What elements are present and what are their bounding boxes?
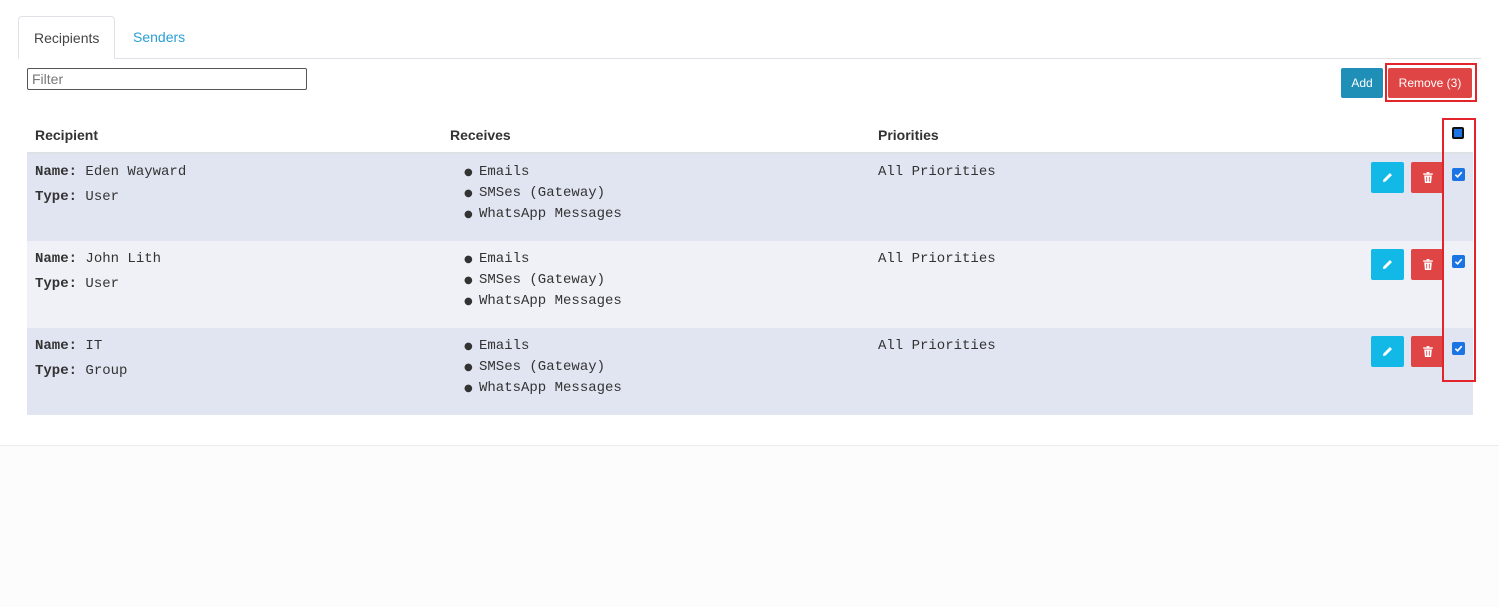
edit-button[interactable]	[1371, 336, 1404, 367]
receives-item: ● SMSes (Gateway)	[464, 359, 606, 375]
type-value: Group	[85, 363, 128, 379]
highlight-box-checkboxes	[1442, 118, 1476, 382]
recipient-name: Name: IT	[35, 338, 102, 354]
pencil-icon	[1383, 260, 1392, 269]
edit-button[interactable]	[1371, 162, 1404, 193]
trash-icon	[1422, 346, 1433, 357]
name-value: IT	[85, 338, 103, 354]
name-value: John Lith	[85, 251, 162, 267]
recipient-type: Type: Group	[35, 363, 127, 379]
receives-item: ● WhatsApp Messages	[464, 380, 622, 396]
recipient-type: Type: User	[35, 276, 119, 292]
recipient-type: Type: User	[35, 189, 119, 205]
type-value: User	[85, 189, 120, 205]
table-row: Name: John Lith Type: User ● Emails ● SMSe…	[27, 241, 1473, 328]
receives-item: ● WhatsApp Messages	[464, 206, 622, 222]
priorities-value: All Priorities	[878, 251, 996, 267]
table-row: Name: Eden Wayward Type: User ● Emails ● S…	[27, 154, 1473, 241]
recipients-panel: Recipients Senders Add Remove (3) Recipi…	[0, 0, 1499, 446]
name-label: Name:	[35, 251, 78, 267]
receives-item: ● Emails	[464, 164, 530, 180]
pencil-icon	[1383, 173, 1392, 182]
tab-recipients[interactable]: Recipients	[18, 16, 115, 59]
filter-input[interactable]	[27, 68, 307, 90]
header-recipient: Recipient	[35, 127, 99, 143]
receives-item: ● Emails	[464, 338, 530, 354]
trash-icon	[1422, 172, 1433, 183]
name-value: Eden Wayward	[85, 164, 187, 180]
tab-bar: Recipients Senders	[18, 16, 1481, 59]
name-label: Name:	[35, 338, 78, 354]
tab-senders[interactable]: Senders	[118, 16, 198, 58]
type-label: Type:	[35, 276, 78, 292]
delete-button[interactable]	[1411, 336, 1444, 367]
priorities-value: All Priorities	[878, 164, 996, 180]
edit-button[interactable]	[1371, 249, 1404, 280]
receives-item: ● SMSes (Gateway)	[464, 272, 606, 288]
trash-icon	[1422, 259, 1433, 270]
highlight-box-remove	[1385, 63, 1477, 102]
recipient-name: Name: John Lith	[35, 251, 161, 267]
delete-button[interactable]	[1411, 249, 1444, 280]
header-priorities: Priorities	[878, 127, 939, 143]
receives-list: ● Emails ● SMSes (Gateway) ● WhatsApp Messa…	[464, 249, 622, 312]
recipient-name: Name: Eden Wayward	[35, 164, 186, 180]
table-row: Name: IT Type: Group ● Emails ● SMSes (Gat…	[27, 328, 1473, 415]
table-header: Recipient Receives Priorities	[27, 116, 1473, 154]
type-value: User	[85, 276, 120, 292]
pencil-icon	[1383, 347, 1392, 356]
receives-list: ● Emails ● SMSes (Gateway) ● WhatsApp Messa…	[464, 336, 622, 399]
priorities-value: All Priorities	[878, 338, 996, 354]
receives-list: ● Emails ● SMSes (Gateway) ● WhatsApp Messa…	[464, 162, 622, 225]
header-receives: Receives	[450, 127, 511, 143]
receives-item: ● Emails	[464, 251, 530, 267]
type-label: Type:	[35, 189, 78, 205]
receives-item: ● WhatsApp Messages	[464, 293, 622, 309]
delete-button[interactable]	[1411, 162, 1444, 193]
name-label: Name:	[35, 164, 78, 180]
type-label: Type:	[35, 363, 78, 379]
add-button[interactable]: Add	[1341, 68, 1383, 98]
receives-item: ● SMSes (Gateway)	[464, 185, 606, 201]
